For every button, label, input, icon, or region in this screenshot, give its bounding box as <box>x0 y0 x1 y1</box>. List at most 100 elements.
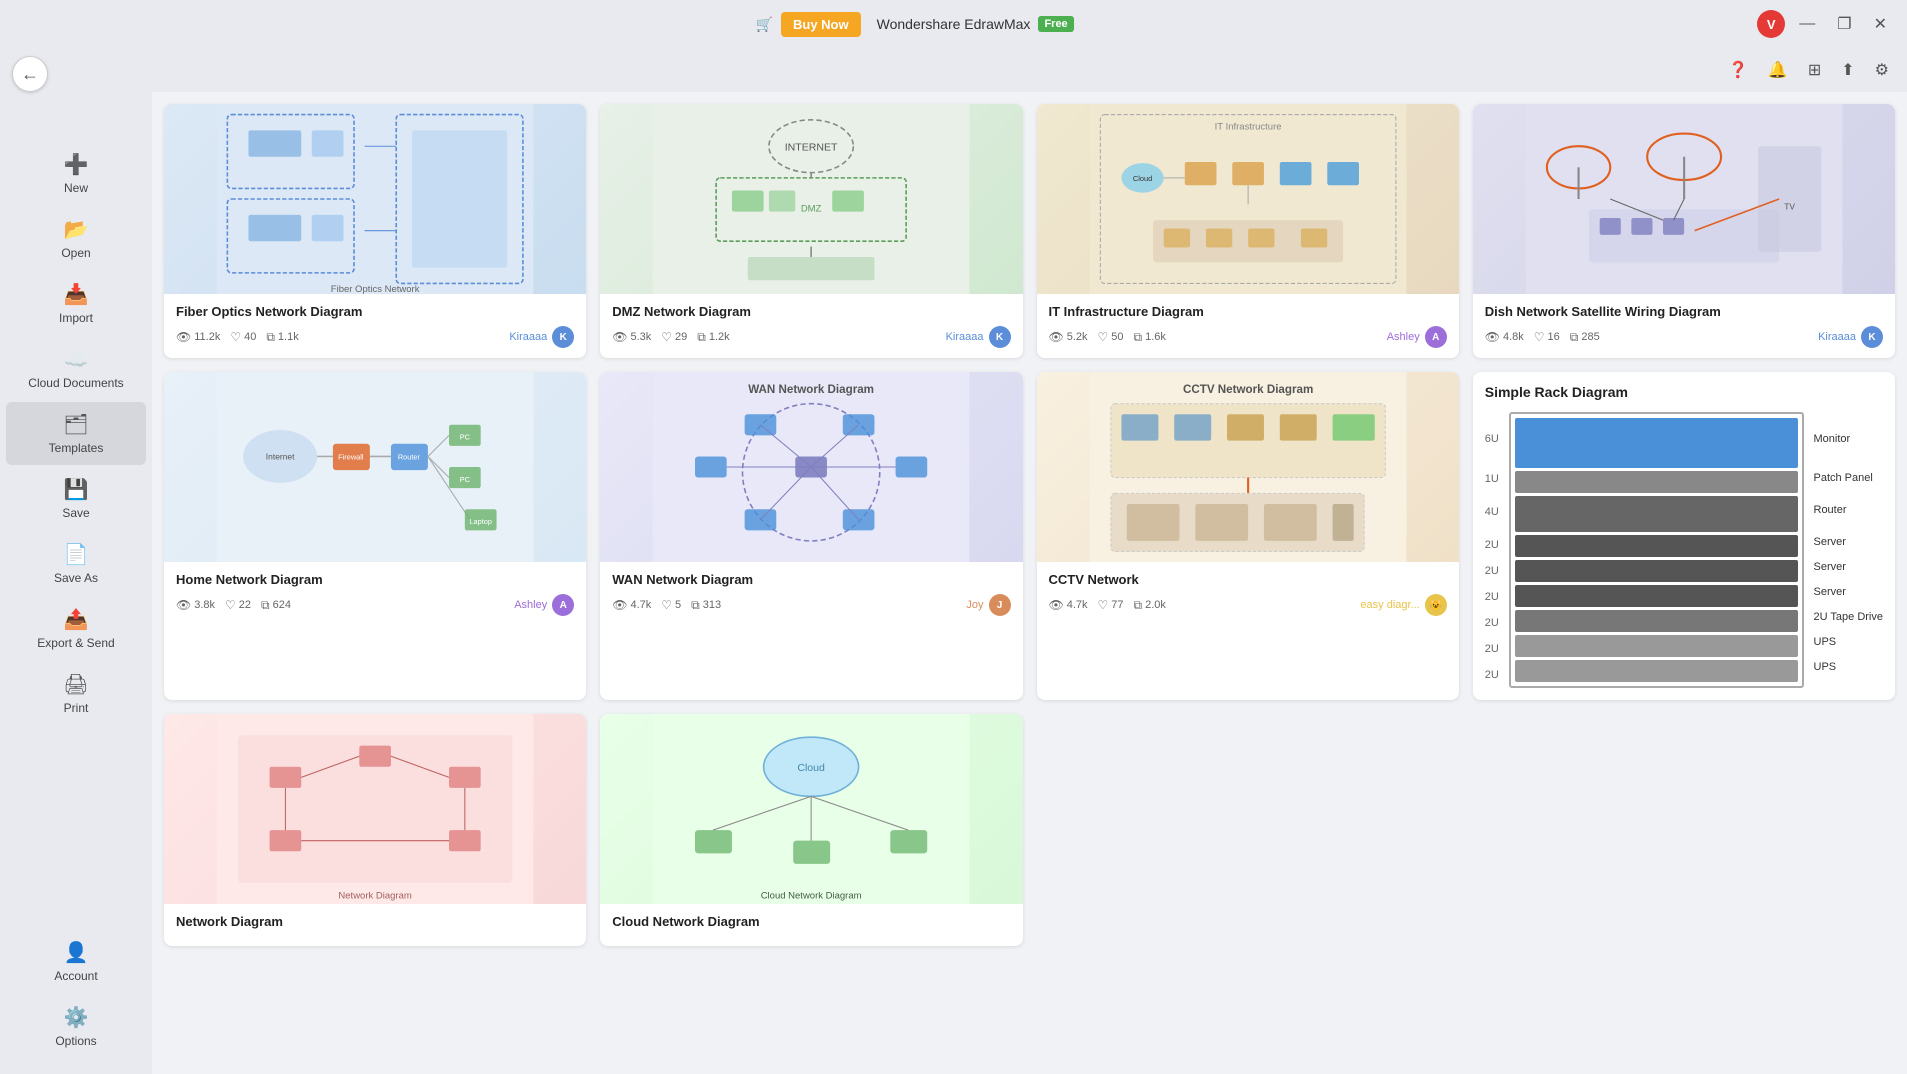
share-button[interactable]: ⬆ <box>1835 56 1860 84</box>
likes-count: 5 <box>675 599 681 611</box>
sidebar-item-options[interactable]: ⚙️ Options <box>6 995 146 1058</box>
views-icon: 👁 <box>612 330 627 344</box>
minimize-button[interactable]: — <box>1791 11 1823 37</box>
copies-icon: ⧉ <box>1134 330 1143 345</box>
rack-patch-panel <box>1515 471 1798 493</box>
views-icon: 👁 <box>1049 598 1064 612</box>
cart-icon: 🛒 <box>756 16 773 33</box>
author-avatar: K <box>989 326 1011 348</box>
template-grid: Fiber Optics Network Fiber Optics Networ… <box>164 104 1895 946</box>
cloud-icon: ☁️ <box>64 347 89 372</box>
card-author: easy diagr... 😺 <box>1360 594 1446 616</box>
app-title: Wondershare EdrawMax <box>877 16 1031 32</box>
copies-stat: ⧉ 313 <box>691 598 721 613</box>
card-meta: 👁 4.7k ♡ 77 ⧉ 2.0k easy diagr... 😺 <box>1049 594 1447 616</box>
main-area: ← ➕ New 📂 Open 📥 Import ☁️ Cloud Documen… <box>0 92 1907 1074</box>
sidebar: ➕ New 📂 Open 📥 Import ☁️ Cloud Documents… <box>0 92 152 1074</box>
views-count: 5.2k <box>1067 331 1088 343</box>
author-avatar: J <box>989 594 1011 616</box>
sidebar-item-templates[interactable]: 🗂 Templates <box>6 402 146 465</box>
views-count: 4.7k <box>630 599 651 611</box>
likes-count: 29 <box>675 331 687 343</box>
likes-stat: ♡ 50 <box>1098 330 1124 344</box>
card-title: Dish Network Satellite Wiring Diagram <box>1485 304 1883 319</box>
author-name: Kiraaaa <box>509 331 547 343</box>
author-name: Kiraaaa <box>946 331 984 343</box>
likes-stat: ♡ 29 <box>661 330 687 344</box>
likes-icon: ♡ <box>661 330 672 344</box>
template-card-dish-network[interactable]: TV Dish Network Satellite Wiring Diagram… <box>1473 104 1895 358</box>
copies-count: 1.2k <box>709 331 730 343</box>
rack-title: Simple Rack Diagram <box>1473 372 1895 412</box>
template-card-wan-network[interactable]: WAN Network Diagram WAN Network Diagram … <box>600 372 1022 700</box>
sidebar-label-save: Save <box>62 506 89 520</box>
card-info: CCTV Network 👁 4.7k ♡ 77 ⧉ 2.0k easy dia… <box>1037 562 1459 626</box>
template-card-misc1[interactable]: Network Diagram Network Diagram <box>164 714 586 946</box>
sidebar-item-import[interactable]: 📥 Import <box>6 272 146 335</box>
card-info: Cloud Network Diagram <box>600 904 1022 946</box>
apps-button[interactable]: ⊞ <box>1802 56 1827 84</box>
card-thumbnail: INTERNET DMZ <box>600 104 1022 294</box>
author-name: Joy <box>966 599 983 611</box>
help-button[interactable]: ❓ <box>1722 56 1754 84</box>
sidebar-label-templates: Templates <box>49 441 104 455</box>
svg-text:Firewall: Firewall <box>338 453 364 462</box>
title-bar-right: V — ❐ ✕ <box>1757 10 1895 38</box>
sidebar-item-print[interactable]: 🖨 Print <box>6 662 146 725</box>
template-card-cctv-network[interactable]: CCTV Network Diagram Data Monitor CCTV N… <box>1037 372 1459 700</box>
sidebar-item-open[interactable]: 📂 Open <box>6 207 146 270</box>
card-author: Ashley A <box>514 594 574 616</box>
card-author: Joy J <box>966 594 1010 616</box>
author-avatar: K <box>552 326 574 348</box>
sidebar-item-save[interactable]: 💾 Save <box>6 467 146 530</box>
sidebar-item-saveas[interactable]: 📄 Save As <box>6 532 146 595</box>
card-author: Kiraaaa K <box>509 326 574 348</box>
template-card-rack[interactable]: Simple Rack Diagram 6U 1U 4U 2U 2U 2U 2U… <box>1473 372 1895 700</box>
views-count: 5.3k <box>630 331 651 343</box>
views-stat: 👁 11.2k <box>176 330 220 344</box>
rack-ups-1 <box>1515 635 1798 657</box>
new-icon: ➕ <box>64 152 89 177</box>
author-name: easy diagr... <box>1360 599 1419 611</box>
card-author: Ashley A <box>1387 326 1447 348</box>
card-title: WAN Network Diagram <box>612 572 1010 587</box>
account-icon: 👤 <box>64 940 89 965</box>
options-icon: ⚙️ <box>64 1005 89 1030</box>
views-count: 3.8k <box>194 599 215 611</box>
sidebar-item-new[interactable]: ➕ New <box>6 142 146 205</box>
views-count: 4.8k <box>1503 331 1524 343</box>
print-icon: 🖨 <box>63 672 88 697</box>
card-info: Network Diagram <box>164 904 586 946</box>
svg-text:Internet: Internet <box>266 452 295 462</box>
author-avatar: A <box>1425 326 1447 348</box>
sidebar-item-export[interactable]: 📤 Export & Send <box>6 597 146 660</box>
user-avatar[interactable]: V <box>1757 10 1785 38</box>
close-button[interactable]: ✕ <box>1866 10 1895 38</box>
template-card-misc2[interactable]: Cloud Cloud Network Diagram Cloud Networ… <box>600 714 1022 946</box>
notifications-button[interactable]: 🔔 <box>1762 56 1794 84</box>
likes-icon: ♡ <box>1098 330 1109 344</box>
svg-text:Cloud Network Diagram: Cloud Network Diagram <box>761 891 862 902</box>
settings-button[interactable]: ⚙ <box>1869 56 1895 84</box>
restore-button[interactable]: ❐ <box>1829 10 1859 38</box>
card-title: DMZ Network Diagram <box>612 304 1010 319</box>
card-thumbnail: WAN Network Diagram <box>600 372 1022 562</box>
copies-count: 285 <box>1581 331 1599 343</box>
author-avatar: K <box>1861 326 1883 348</box>
template-card-it-infrastructure[interactable]: IT Infrastructure Cloud IT Infrastructur… <box>1037 104 1459 358</box>
card-info: WAN Network Diagram 👁 4.7k ♡ 5 ⧉ 313 Joy… <box>600 562 1022 626</box>
sidebar-item-cloud[interactable]: ☁️ Cloud Documents <box>6 337 146 400</box>
rack-label-ups-2: UPS <box>1814 656 1884 678</box>
views-stat: 👁 5.3k <box>612 330 651 344</box>
buy-now-button[interactable]: Buy Now <box>781 12 861 37</box>
card-info: DMZ Network Diagram 👁 5.3k ♡ 29 ⧉ 1.2k K… <box>600 294 1022 358</box>
card-title: IT Infrastructure Diagram <box>1049 304 1447 319</box>
template-card-fiber-optics[interactable]: Fiber Optics Network Fiber Optics Networ… <box>164 104 586 358</box>
template-card-dmz-network[interactable]: INTERNET DMZ DMZ Network Diagram 👁 5.3k … <box>600 104 1022 358</box>
likes-stat: ♡ 5 <box>661 598 681 612</box>
sidebar-item-account[interactable]: 👤 Account <box>6 930 146 993</box>
template-card-home-network[interactable]: Internet Firewall Router PC PC Laptop Ho… <box>164 372 586 700</box>
views-stat: 👁 4.8k <box>1485 330 1524 344</box>
copies-stat: ⧉ 1.6k <box>1134 330 1166 345</box>
likes-count: 40 <box>244 331 256 343</box>
